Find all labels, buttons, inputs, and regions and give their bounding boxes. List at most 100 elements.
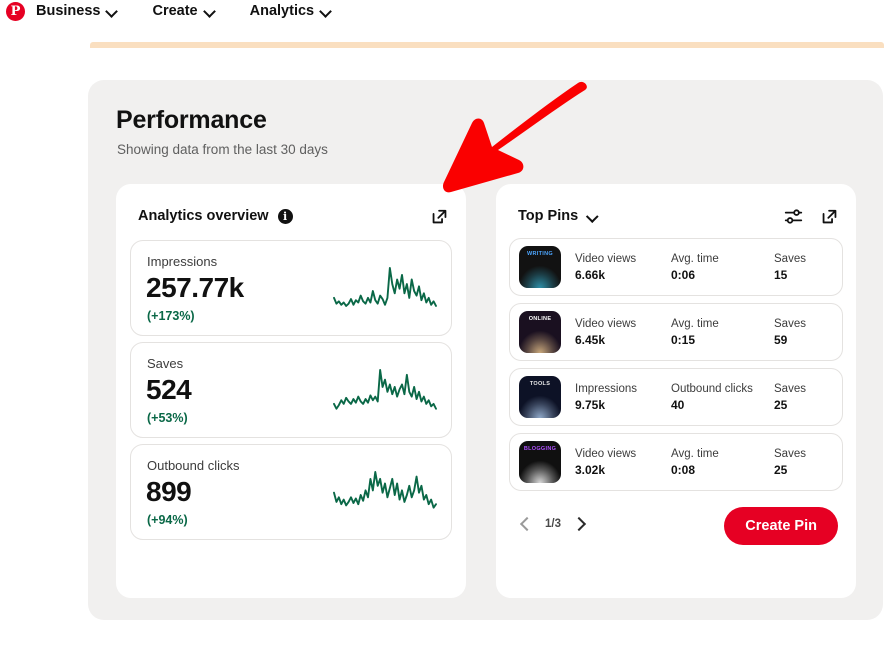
pin-stat-value: 25 [774, 397, 788, 412]
pin-thumbnail[interactable]: BLOGGING [519, 441, 561, 483]
metric-delta: (+94%) [147, 513, 188, 527]
pin-stat-value: 15 [774, 267, 788, 282]
pin-stat: Saves 15 [774, 253, 834, 282]
performance-panel: Performance Showing data from the last 3… [88, 80, 883, 620]
metric-delta: (+173%) [147, 309, 195, 323]
pin-stat-key: Saves [774, 252, 806, 265]
pin-stat-key: Video views [575, 447, 637, 460]
nav-item-business-label: Business [36, 3, 101, 19]
metric-tile-impressions[interactable]: Impressions 257.77k (+173%) [130, 240, 452, 336]
pinterest-logo-icon[interactable]: P [6, 1, 25, 21]
pin-thumbnail-text: BLOGGING [523, 446, 557, 452]
pin-stat-value: 6.66k [575, 267, 606, 282]
pin-stat: Video views 6.45k [575, 318, 671, 347]
pin-thumbnail-art [519, 331, 561, 353]
info-icon[interactable]: i [277, 208, 293, 224]
pin-stat-key: Avg. time [671, 317, 719, 330]
nav-item-create-label: Create [152, 3, 198, 19]
pin-thumbnail-art [519, 396, 561, 418]
pin-stat: Saves 25 [774, 448, 834, 477]
sparkline-chart-saves [331, 367, 439, 419]
pin-stat-value: 0:06 [671, 267, 696, 282]
pin-stat-value: 0:08 [671, 462, 696, 477]
analytics-overview-card: Analytics overview i Impressions 257.77k… [116, 184, 466, 598]
pin-stats: Impressions 9.75k Outbound clicks 40 Sav… [561, 383, 842, 412]
chevron-left-icon[interactable] [519, 517, 532, 530]
pin-stat-key: Saves [774, 317, 806, 330]
pin-thumbnail-text: TOOLS [529, 381, 551, 387]
pin-thumbnail[interactable]: TOOLS [519, 376, 561, 418]
external-link-icon[interactable] [821, 208, 838, 225]
pin-stats: Video views 6.66k Avg. time 0:06 Saves 1… [561, 253, 842, 282]
metric-delta: (+53%) [147, 411, 188, 425]
pin-stat-value: 3.02k [575, 462, 606, 477]
create-pin-button[interactable]: Create Pin [724, 507, 838, 545]
page-subtitle: Showing data from the last 30 days [117, 142, 328, 157]
metric-value: 524 [146, 374, 192, 405]
pin-thumbnail[interactable]: WRITING [519, 246, 561, 288]
pin-stats: Video views 6.45k Avg. time 0:15 Saves 5… [561, 318, 842, 347]
pin-stats: Video views 3.02k Avg. time 0:08 Saves 2… [561, 448, 842, 477]
pin-stat-key: Video views [575, 317, 637, 330]
table-row[interactable]: TOOLS Impressions 9.75k Outbound clicks … [509, 368, 843, 426]
pin-thumbnail-art [519, 266, 561, 288]
pin-stat-key: Saves [774, 447, 806, 460]
chevron-down-icon [321, 6, 332, 17]
pin-stat: Avg. time 0:06 [671, 253, 774, 282]
pin-thumbnail[interactable]: ONLINE [519, 311, 561, 353]
pin-stat: Saves 25 [774, 383, 834, 412]
pin-stat-value: 6.45k [575, 332, 606, 347]
analytics-overview-header: Analytics overview i [138, 204, 448, 228]
metric-value: 257.77k [146, 272, 244, 303]
nav-item-analytics[interactable]: Analytics [250, 3, 332, 19]
pin-thumbnail-text: WRITING [527, 251, 553, 257]
pin-stat: Outbound clicks 40 [671, 383, 774, 412]
metric-tile-outbound-clicks[interactable]: Outbound clicks 899 (+94%) [130, 444, 452, 540]
chevron-down-icon[interactable] [587, 211, 598, 222]
pin-stat: Saves 59 [774, 318, 834, 347]
pin-stat: Impressions 9.75k [575, 383, 671, 412]
pagination-label: 1/3 [545, 517, 561, 530]
chevron-down-icon [107, 6, 118, 17]
sliders-filter-icon[interactable] [784, 207, 803, 226]
analytics-overview-title: Analytics overview [138, 208, 269, 224]
sparkline-chart-impressions [331, 265, 439, 317]
metric-label: Saves [147, 356, 184, 371]
sparkline-chart-outbound-clicks [331, 469, 439, 521]
pin-stat-key: Avg. time [671, 447, 719, 460]
table-row[interactable]: WRITING Video views 6.66k Avg. time 0:06… [509, 238, 843, 296]
external-link-icon[interactable] [431, 208, 448, 225]
metric-label: Impressions [147, 254, 218, 269]
top-pins-card: Top Pins WRITING Video views 6.66k Avg. … [496, 184, 856, 598]
pin-stat-key: Outbound clicks [671, 382, 753, 395]
pin-stat-value: 59 [774, 332, 788, 347]
pin-stat-value: 9.75k [575, 397, 606, 412]
page-title: Performance [116, 106, 267, 134]
pin-stat-value: 40 [671, 397, 685, 412]
pin-stat: Avg. time 0:08 [671, 448, 774, 477]
top-pins-header: Top Pins [518, 204, 838, 228]
pin-stat-key: Impressions [575, 382, 637, 395]
metric-label: Outbound clicks [147, 458, 240, 473]
nav-item-analytics-label: Analytics [249, 3, 315, 19]
metric-tile-saves[interactable]: Saves 524 (+53%) [130, 342, 452, 438]
pin-stat: Video views 6.66k [575, 253, 671, 282]
metric-value: 899 [146, 476, 192, 507]
table-row[interactable]: BLOGGING Video views 3.02k Avg. time 0:0… [509, 433, 843, 491]
pin-stat-key: Avg. time [671, 252, 719, 265]
pin-stat-value: 0:15 [671, 332, 696, 347]
screen-root: P Business Create Analytics Performance … [0, 0, 884, 649]
table-row[interactable]: ONLINE Video views 6.45k Avg. time 0:15 … [509, 303, 843, 361]
pin-stat: Avg. time 0:15 [671, 318, 774, 347]
nav-item-business[interactable]: Business [36, 3, 118, 19]
top-navigation-bar: P Business Create Analytics [0, 0, 884, 22]
chevron-right-icon[interactable] [574, 517, 587, 530]
chevron-down-icon [205, 6, 216, 17]
pin-stat-value: 25 [774, 462, 788, 477]
accent-divider-bar [90, 42, 884, 48]
pin-thumbnail-text: ONLINE [528, 316, 552, 322]
nav-item-create[interactable]: Create [152, 3, 215, 19]
top-pins-title: Top Pins [518, 208, 579, 224]
pagination: 1/3 [519, 517, 587, 530]
pin-stat-key: Video views [575, 252, 637, 265]
